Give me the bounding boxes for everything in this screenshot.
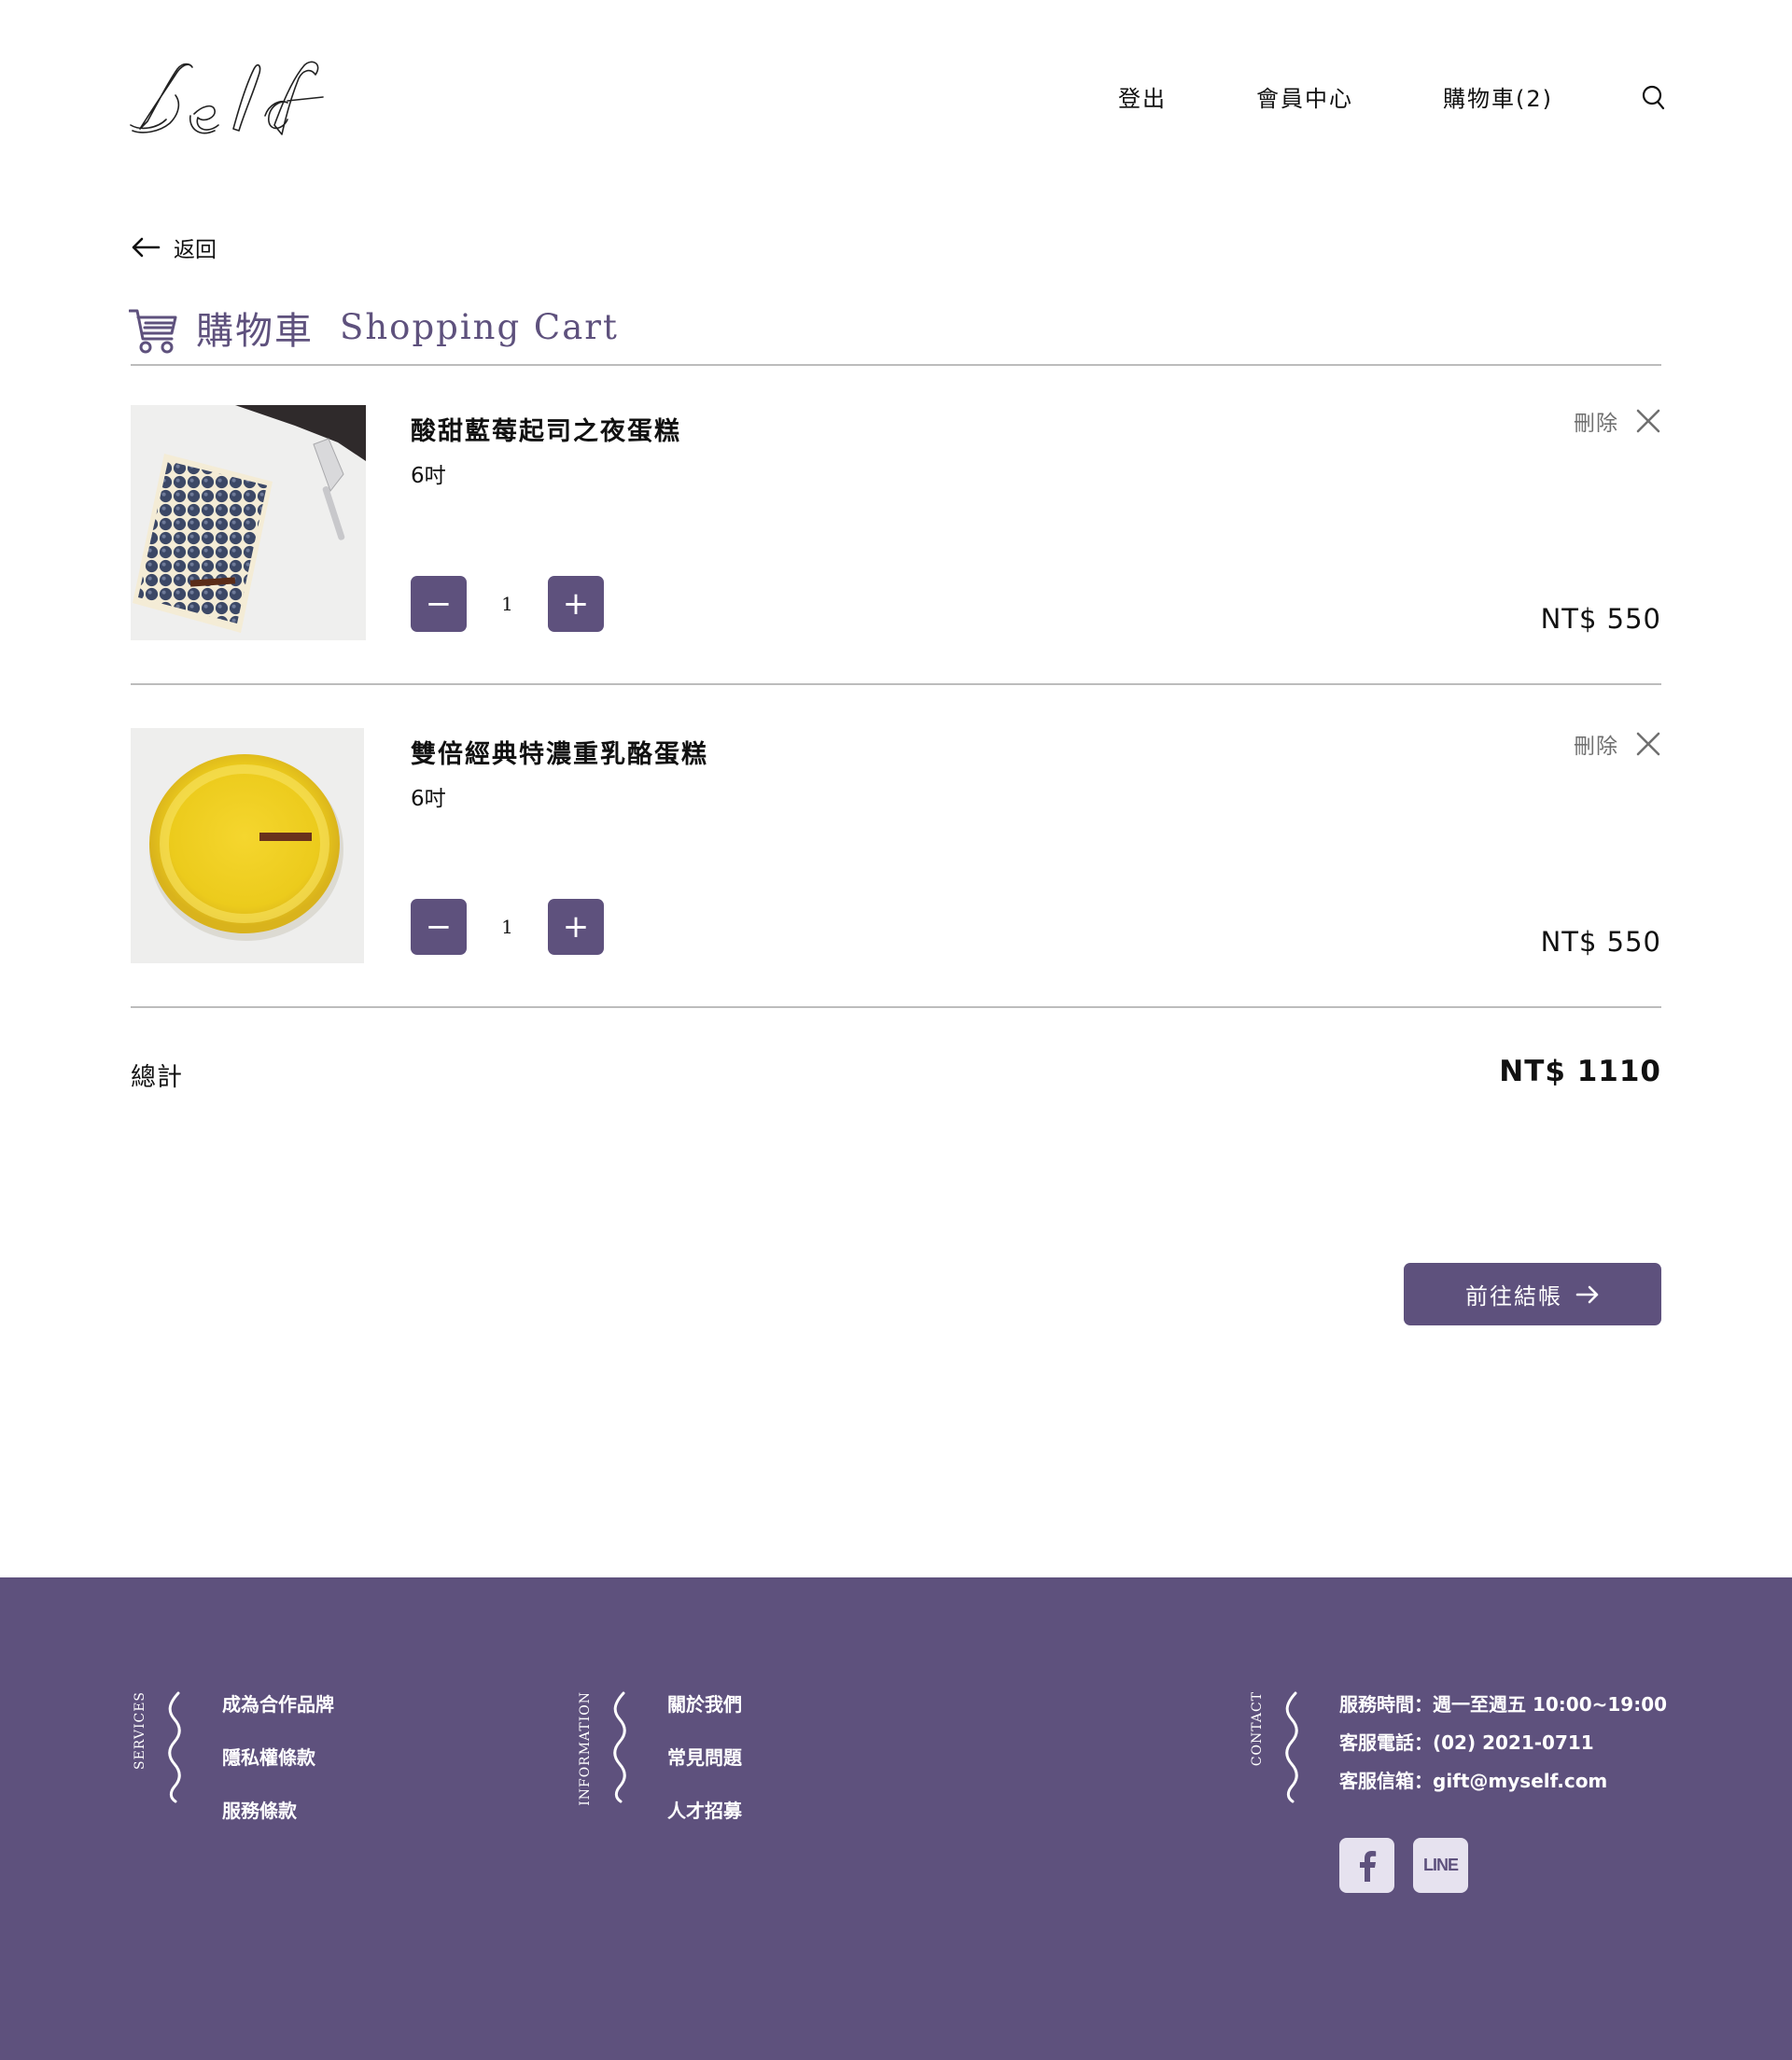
close-icon (1636, 409, 1660, 433)
divider (131, 683, 1661, 685)
quantity-value: 1 (501, 593, 513, 615)
service-hours: 服務時間：週一至週五 10:00~19:00 (1339, 1693, 1668, 1716)
checkout-button[interactable]: 前往結帳 (1404, 1263, 1661, 1325)
delete-button[interactable]: 刪除 (1574, 728, 1661, 760)
delete-label: 刪除 (1574, 735, 1618, 759)
line-icon: LINE (1422, 1856, 1459, 1874)
divider (131, 1006, 1661, 1008)
page-title: 購物車 Shopping Cart (129, 301, 619, 355)
facebook-button[interactable] (1339, 1838, 1394, 1893)
decrease-button[interactable]: − (411, 899, 467, 955)
footer-link[interactable]: 服務條款 (222, 1798, 334, 1824)
close-icon (1636, 732, 1660, 756)
item-name: 雙倍經典特濃重乳酪蛋糕 (411, 740, 708, 769)
cart-icon (129, 309, 177, 354)
nav-cart[interactable]: 購物車(2) (1443, 80, 1553, 113)
footer-services-links: 成為合作品牌 隱私權條款 服務條款 (222, 1691, 334, 1851)
footer-link[interactable]: 常見問題 (667, 1745, 742, 1771)
line-button[interactable]: LINE (1413, 1838, 1468, 1893)
site-header: 登出 會員中心 購物車(2) (0, 0, 1792, 187)
facebook-icon (1359, 1850, 1376, 1882)
item-size: 6吋 (411, 464, 446, 488)
product-image-blueberry-cheesecake[interactable] (131, 405, 366, 640)
total-label: 總計 (131, 1063, 183, 1092)
footer-link[interactable]: 關於我們 (667, 1691, 742, 1717)
arrow-right-icon (1575, 1285, 1599, 1303)
product-image-cheese-cake[interactable] (131, 728, 364, 963)
item-name: 酸甜藍莓起司之夜蛋糕 (411, 417, 681, 446)
page-title-en: Shopping Cart (340, 307, 619, 347)
footer-services-label: SERVICES (133, 1691, 147, 1771)
total-value: NT$ 1110 (1499, 1055, 1661, 1088)
quantity-value: 1 (501, 916, 513, 938)
search-icon[interactable] (1641, 84, 1665, 110)
decrease-button[interactable]: − (411, 576, 467, 632)
footer-link[interactable]: 隱私權條款 (222, 1745, 334, 1771)
service-email: 客服信箱：gift@myself.com (1339, 1770, 1608, 1792)
social-links: LINE (1339, 1838, 1487, 1893)
footer-information-links: 關於我們 常見問題 人才招募 (667, 1691, 742, 1851)
delete-button[interactable]: 刪除 (1574, 405, 1661, 437)
page-title-zh: 購物車 (196, 310, 314, 353)
wave-icon (613, 1691, 626, 1803)
back-label: 返回 (174, 238, 217, 262)
wave-icon (1285, 1691, 1298, 1803)
increase-button[interactable]: + (548, 576, 604, 632)
self-logo[interactable] (129, 60, 327, 136)
main-nav: 登出 會員中心 購物車(2) (1118, 80, 1665, 113)
item-price: NT$ 550 (1540, 926, 1661, 958)
cart-item: 酸甜藍莓起司之夜蛋糕 6吋 − 1 + 刪除 NT$ 550 (131, 405, 1661, 642)
quantity-stepper: − 1 + (411, 899, 604, 955)
service-phone: 客服電話：(02) 2021-0711 (1339, 1731, 1594, 1754)
nav-member-center[interactable]: 會員中心 (1256, 80, 1353, 113)
checkout-label: 前往結帳 (1465, 1283, 1562, 1310)
item-size: 6吋 (411, 787, 446, 811)
increase-button[interactable]: + (548, 899, 604, 955)
footer-link[interactable]: 人才招募 (667, 1798, 742, 1824)
contact-info: 服務時間：週一至週五 10:00~19:00 客服電話：(02) 2021-07… (1339, 1691, 1667, 1806)
footer-link[interactable]: 成為合作品牌 (222, 1691, 334, 1717)
arrow-left-icon (132, 237, 161, 258)
footer-contact-label: CONTACT (1250, 1691, 1265, 1767)
quantity-stepper: − 1 + (411, 576, 604, 632)
back-link[interactable]: 返回 (131, 231, 217, 263)
wave-icon (168, 1691, 181, 1803)
footer-information-label: INFORMATION (578, 1691, 593, 1806)
divider (131, 364, 1661, 366)
site-footer: SERVICES 成為合作品牌 隱私權條款 服務條款 INFORMATION 關… (0, 1577, 1792, 2060)
item-price: NT$ 550 (1540, 603, 1661, 635)
cart-item: 雙倍經典特濃重乳酪蛋糕 6吋 − 1 + 刪除 NT$ 550 (131, 728, 1661, 965)
nav-logout[interactable]: 登出 (1118, 80, 1167, 113)
delete-label: 刪除 (1574, 412, 1618, 436)
